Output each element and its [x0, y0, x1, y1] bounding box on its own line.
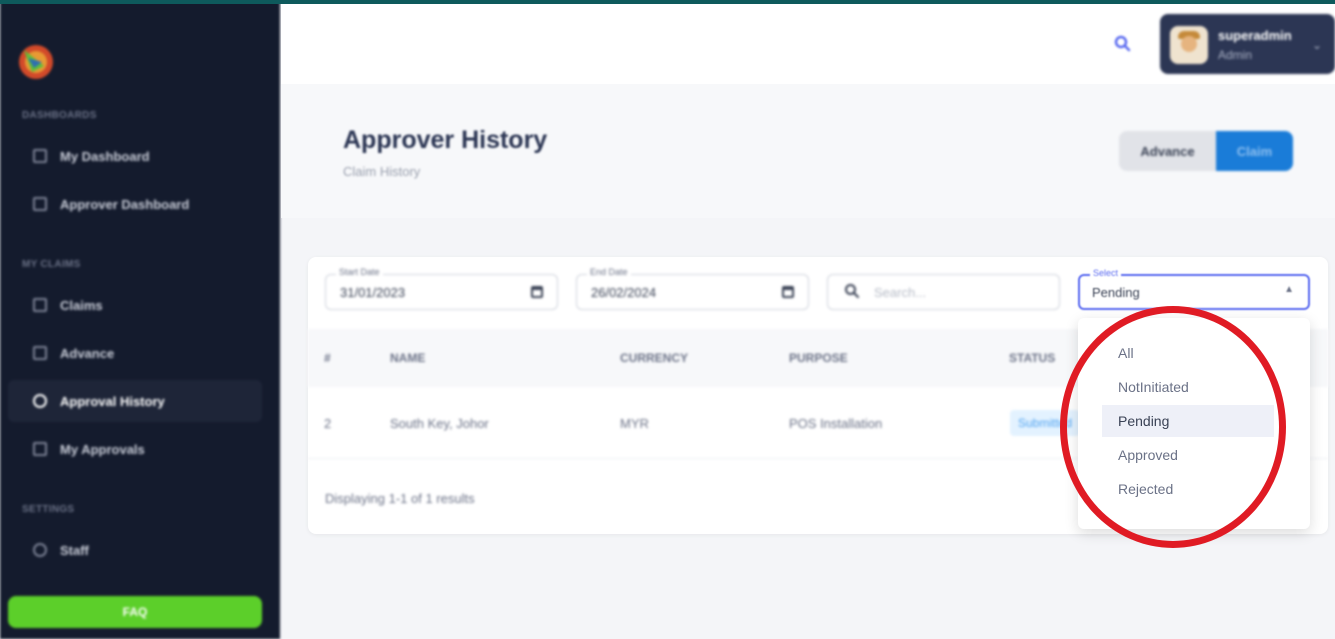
logo: [14, 40, 58, 82]
end-date-value: 26/02/2024: [591, 285, 657, 300]
cell-name: South Key, Johor: [390, 416, 489, 431]
faq-button[interactable]: FAQ: [8, 596, 262, 628]
option-all[interactable]: All: [1102, 337, 1274, 369]
sidebar-item-label: Approver Dashboard: [60, 196, 190, 212]
sidebar-heading-dashboards: DASHBOARDS: [22, 110, 97, 121]
user-role: Admin: [1218, 48, 1253, 62]
sidebar-item-label: My Dashboard: [60, 148, 150, 164]
sidebar-item-my-approvals[interactable]: My Approvals: [8, 428, 262, 470]
cell-purpose: POS Installation: [789, 416, 883, 431]
top-header: superadmin Admin ⌄: [281, 4, 1335, 84]
start-date-field[interactable]: Start Date 31/01/2023: [325, 267, 558, 310]
end-date-label: End Date: [587, 267, 631, 277]
column-header: STATUS: [1009, 351, 1056, 365]
sidebar-item-staff[interactable]: Staff: [8, 529, 262, 571]
option-approved[interactable]: Approved: [1102, 439, 1274, 471]
advance-tab-button[interactable]: Advance: [1119, 131, 1216, 171]
users-icon: [33, 543, 47, 557]
calendar-icon[interactable]: [531, 286, 543, 298]
column-header: CURRENCY: [620, 351, 689, 365]
user-menu[interactable]: superadmin Admin ⌄: [1160, 14, 1335, 74]
option-rejected[interactable]: Rejected: [1102, 473, 1274, 505]
search-input[interactable]: Search...: [827, 274, 1060, 310]
option-pending[interactable]: Pending: [1102, 405, 1274, 437]
dashboard-icon: [33, 197, 47, 211]
status-select-label: Select: [1090, 268, 1122, 278]
status-dropdown-menu: All NotInitiated Pending Approved Reject…: [1078, 318, 1310, 529]
document-icon: [33, 298, 47, 312]
grid-icon: [33, 149, 47, 163]
sidebar-item-approver-dashboard[interactable]: Approver Dashboard: [8, 183, 262, 225]
search-placeholder: Search...: [874, 285, 927, 300]
start-date-label: Start Date: [336, 267, 383, 277]
sidebar-item-approval-history[interactable]: Approval History: [8, 380, 262, 422]
top-accent-line: [0, 0, 1335, 4]
page-header: Approver History Claim History Advance C…: [281, 84, 1335, 218]
sidebar-item-label: Approval History: [60, 393, 165, 409]
user-name: superadmin: [1218, 28, 1292, 43]
search-icon: [844, 283, 860, 304]
document-icon: [33, 442, 47, 456]
status-select[interactable]: Select Pending ▲: [1078, 268, 1310, 310]
avatar: [1170, 26, 1208, 64]
sidebar-item-advance[interactable]: Advance: [8, 332, 262, 374]
sidebar-item-label: Staff: [60, 542, 89, 558]
history-icon: [33, 394, 47, 408]
sidebar-item-label: My Approvals: [60, 441, 145, 457]
column-header: NAME: [390, 351, 426, 365]
calendar-icon[interactable]: [782, 286, 794, 298]
column-header: PURPOSE: [789, 351, 848, 365]
start-date-value: 31/01/2023: [340, 285, 406, 300]
page-title: Approver History: [343, 126, 548, 154]
search-icon[interactable]: [1113, 34, 1133, 54]
page-subtitle: Claim History: [343, 164, 421, 179]
cell-number: 2: [324, 416, 332, 431]
sidebar-heading-my-claims: MY CLAIMS: [22, 259, 81, 270]
column-header: #: [324, 351, 331, 365]
sidebar-heading-settings: SETTINGS: [22, 504, 75, 515]
cell-currency: MYR: [620, 416, 649, 431]
sidebar: DASHBOARDS My Dashboard Approver Dashboa…: [0, 0, 280, 639]
chevron-down-icon: ⌄: [1312, 38, 1323, 52]
sidebar-item-claims[interactable]: Claims: [8, 284, 262, 326]
status-badge: Submitted: [1010, 410, 1081, 436]
sidebar-item-my-dashboard[interactable]: My Dashboard: [8, 135, 262, 177]
history-type-toggle: Advance Claim: [1119, 131, 1293, 171]
claim-tab-button[interactable]: Claim: [1216, 131, 1293, 171]
sidebar-item-label: Claims: [60, 297, 103, 313]
end-date-field[interactable]: End Date 26/02/2024: [576, 267, 809, 310]
option-notinitiated[interactable]: NotInitiated: [1102, 371, 1274, 403]
sidebar-item-label: Advance: [60, 345, 115, 361]
pagination-summary: Displaying 1-1 of 1 results: [325, 491, 475, 506]
chevron-up-icon: ▲: [1284, 284, 1294, 295]
status-select-value: Pending: [1092, 285, 1140, 300]
document-icon: [33, 346, 47, 360]
